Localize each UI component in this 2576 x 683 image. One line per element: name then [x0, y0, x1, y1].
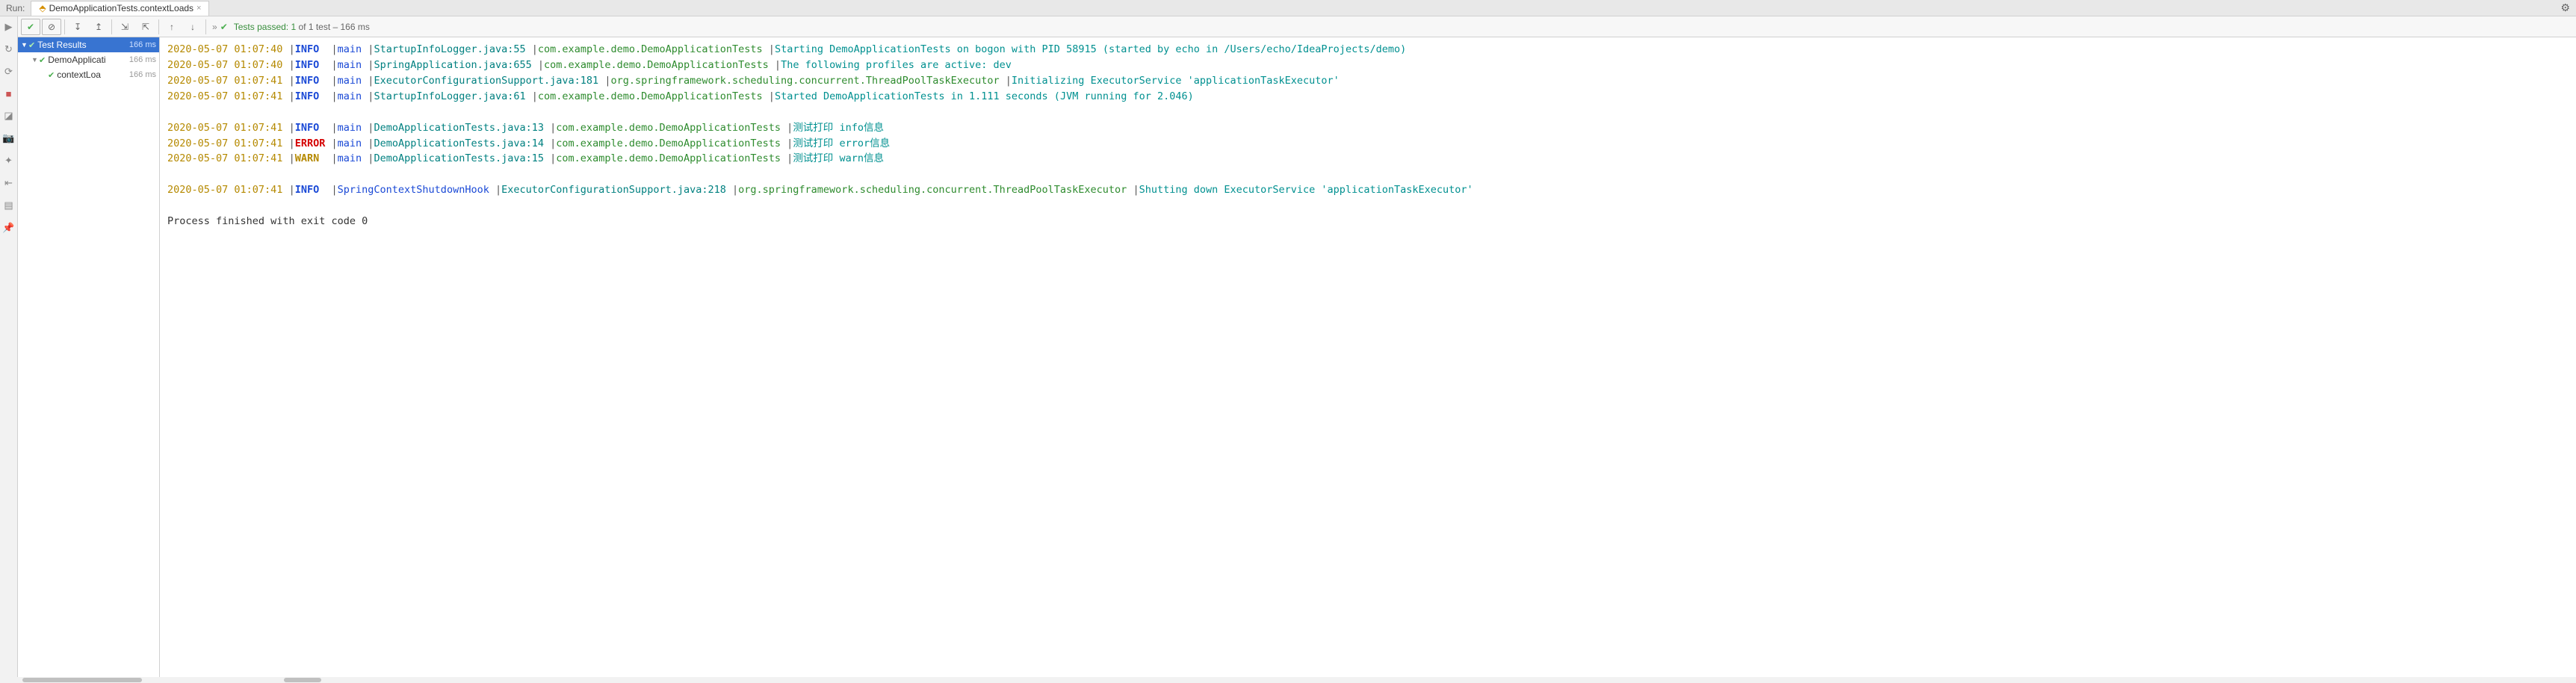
pin-icon[interactable]: 📌: [2, 222, 14, 234]
check-icon: ✔: [28, 40, 35, 50]
tab-title: DemoApplicationTests.contextLoads: [49, 3, 193, 13]
main-area: ▶ ↻ ⟳ ■ ◪ 📷 ✦ ⇤ ▤ 📌 ✔ ⊘ ↧ ↥ ⇲ ⇱ ↑ ↓ » ✔ …: [0, 16, 2576, 677]
tests-passed-suffix: of 1 test – 166 ms: [296, 22, 370, 32]
log-blank-line: [167, 105, 2569, 120]
expand-all-button[interactable]: ⇲: [115, 19, 134, 35]
show-ignored-button[interactable]: ⊘: [42, 19, 61, 35]
next-failed-button[interactable]: ↓: [183, 19, 202, 35]
left-gutter: ▶ ↻ ⟳ ■ ◪ 📷 ✦ ⇤ ▤ 📌: [0, 16, 18, 677]
check-icon: ✔: [48, 70, 55, 80]
tree-class-row[interactable]: ▼ ✔ DemoApplicati 166 ms: [18, 52, 159, 67]
log-line: 2020-05-07 01:07:41 |INFO |main |Executo…: [167, 73, 2569, 89]
test-status-text: Tests passed: 1 of 1 test – 166 ms: [234, 22, 370, 32]
log-line: 2020-05-07 01:07:41 |INFO |main |DemoApp…: [167, 120, 2569, 136]
tree-test-label: contextLoa: [57, 69, 126, 80]
separator: [205, 19, 206, 34]
log-line: 2020-05-07 01:07:41 |WARN |main |DemoApp…: [167, 151, 2569, 167]
tree-root[interactable]: ▼ ✔ Test Results 166 ms: [18, 37, 159, 52]
tree-class-label: DemoApplicati: [48, 55, 126, 65]
run-button[interactable]: ▶: [5, 21, 13, 33]
separator: [64, 19, 65, 34]
layout-icon[interactable]: ▤: [4, 200, 13, 211]
run-config-tab[interactable]: ⬘ DemoApplicationTests.contextLoads ×: [31, 1, 209, 16]
stop-icon[interactable]: ■: [6, 88, 12, 99]
log-line: 2020-05-07 01:07:41 |INFO |SpringContext…: [167, 182, 2569, 198]
exit-icon[interactable]: ⇤: [4, 177, 13, 189]
camera-icon[interactable]: 📷: [2, 132, 14, 144]
tree-class-duration: 166 ms: [129, 55, 156, 64]
tests-passed-count: Tests passed: 1: [234, 22, 296, 32]
test-tree-panel[interactable]: ▼ ✔ Test Results 166 ms ▼ ✔ DemoApplicat…: [18, 37, 160, 677]
log-line: 2020-05-07 01:07:40 |INFO |main |Startup…: [167, 42, 2569, 58]
log-line: 2020-05-07 01:07:40 |INFO |main |SpringA…: [167, 58, 2569, 73]
show-passed-button[interactable]: ✔: [21, 19, 40, 35]
console-output[interactable]: 2020-05-07 01:07:40 |INFO |main |Startup…: [160, 37, 2576, 677]
check-icon: ✔: [220, 22, 228, 32]
tree-test-duration: 166 ms: [129, 70, 156, 79]
tree-root-duration: 166 ms: [129, 40, 156, 49]
dump-icon[interactable]: ◪: [4, 110, 13, 122]
collapse-all-button[interactable]: ⇱: [136, 19, 155, 35]
log-line: 2020-05-07 01:07:41 |ERROR |main |DemoAp…: [167, 136, 2569, 152]
close-icon[interactable]: ×: [196, 4, 201, 13]
body-split: ▼ ✔ Test Results 166 ms ▼ ✔ DemoApplicat…: [18, 37, 2576, 677]
check-icon: ✔: [39, 55, 46, 65]
separator: [111, 19, 112, 34]
previous-failed-button[interactable]: ↑: [162, 19, 182, 35]
log-plain-line: Process finished with exit code 0: [167, 214, 2569, 229]
separator: [158, 19, 159, 34]
log-line: 2020-05-07 01:07:41 |INFO |main |Startup…: [167, 89, 2569, 105]
sort-asc-button[interactable]: ↧: [68, 19, 87, 35]
sort-desc-button[interactable]: ↥: [89, 19, 108, 35]
run-label: Run:: [6, 3, 25, 13]
content-panel: ✔ ⊘ ↧ ↥ ⇲ ⇱ ↑ ↓ » ✔ Tests passed: 1 of 1…: [18, 16, 2576, 677]
bottom-scrollbar[interactable]: [0, 677, 2576, 683]
log-blank-line: [167, 167, 2569, 182]
dbl-arrow-icon: »: [212, 22, 217, 32]
rerun-failed-icon[interactable]: ↻: [4, 43, 13, 55]
gear-icon[interactable]: ⚙: [2560, 1, 2570, 14]
tools-icon[interactable]: ✦: [4, 155, 13, 167]
tree-test-row[interactable]: ✔ contextLoa 166 ms: [18, 67, 159, 82]
run-tab-bar: Run: ⬘ DemoApplicationTests.contextLoads…: [0, 0, 2576, 16]
log-blank-line: [167, 198, 2569, 214]
test-toolbar: ✔ ⊘ ↧ ↥ ⇲ ⇱ ↑ ↓ » ✔ Tests passed: 1 of 1…: [18, 16, 2576, 37]
scroll-thumb[interactable]: [22, 678, 142, 682]
toggle-autorun-icon[interactable]: ⟳: [4, 66, 13, 78]
run-icon: ⬘: [39, 3, 46, 13]
expand-toggle[interactable]: ▼: [21, 41, 28, 49]
scroll-thumb[interactable]: [284, 678, 321, 682]
expand-toggle[interactable]: ▼: [31, 56, 39, 64]
tree-root-label: Test Results: [37, 40, 126, 50]
